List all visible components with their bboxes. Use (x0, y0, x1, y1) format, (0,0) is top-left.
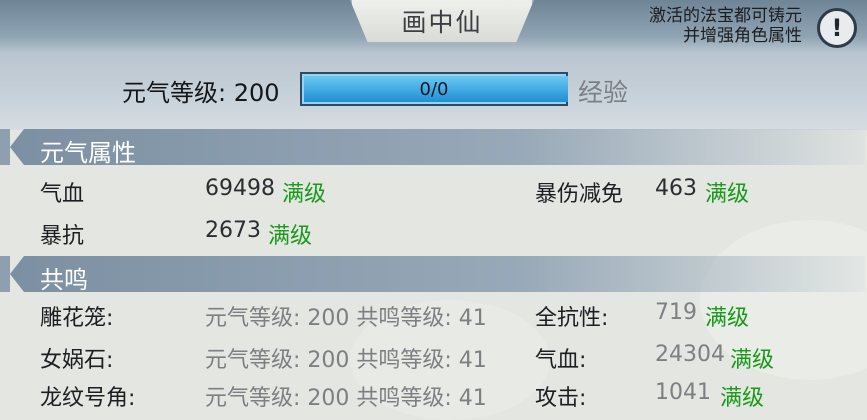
max-level-badge: 满级 (720, 386, 765, 411)
attr-label: 暴抗 (40, 224, 85, 249)
max-level-badge: 满级 (730, 348, 775, 373)
section-strip (0, 129, 10, 165)
tip-text: 激活的法宝都可铸元 并增强角色属性 (649, 6, 802, 46)
attr-label: 气血 (40, 182, 85, 207)
resonance-name: 女娲石: (40, 348, 114, 373)
max-level-badge: 满级 (705, 182, 750, 207)
info-button[interactable]: ! (817, 8, 857, 48)
resonance-name: 雕花笼: (40, 306, 114, 331)
page-title: 画中仙 (350, 0, 534, 44)
resonance-value: 24304 (655, 342, 725, 367)
exp-progress-bar: 0/0 (300, 72, 568, 106)
tip-line-1: 激活的法宝都可铸元 (649, 6, 802, 26)
section-header-gongming (10, 256, 865, 292)
info-icon: ! (831, 14, 843, 42)
resonance-value: 1041 (655, 380, 711, 405)
resonance-name: 龙纹号角: (40, 386, 136, 411)
attr-value: 2673 (205, 218, 261, 243)
section-title-gongming: 共鸣 (40, 266, 88, 294)
attr-label: 暴伤减免 (535, 182, 624, 207)
section-strip (0, 256, 10, 292)
level-label: 元气等级: 200 (122, 79, 280, 107)
resonance-attr: 全抗性: (535, 306, 609, 331)
exp-label: 经验 (578, 78, 629, 107)
resonance-requirement: 元气等级: 200 共鸣等级: 41 (205, 306, 487, 331)
max-level-badge: 满级 (282, 182, 327, 207)
attr-value: 69498 (205, 176, 275, 201)
resonance-value: 719 (655, 300, 697, 325)
resonance-attr: 攻击: (535, 386, 587, 411)
max-level-badge: 满级 (705, 306, 750, 331)
section-title-yuanqi: 元气属性 (40, 139, 136, 167)
section-header-yuanqi (10, 129, 865, 165)
max-level-badge: 满级 (268, 224, 313, 249)
resonance-requirement: 元气等级: 200 共鸣等级: 41 (205, 386, 487, 411)
attr-value: 463 (655, 176, 697, 201)
resonance-attr: 气血: (535, 348, 587, 373)
resonance-requirement: 元气等级: 200 共鸣等级: 41 (205, 348, 487, 373)
exp-value: 0/0 (419, 78, 449, 100)
tip-line-2: 并增强角色属性 (683, 26, 802, 46)
